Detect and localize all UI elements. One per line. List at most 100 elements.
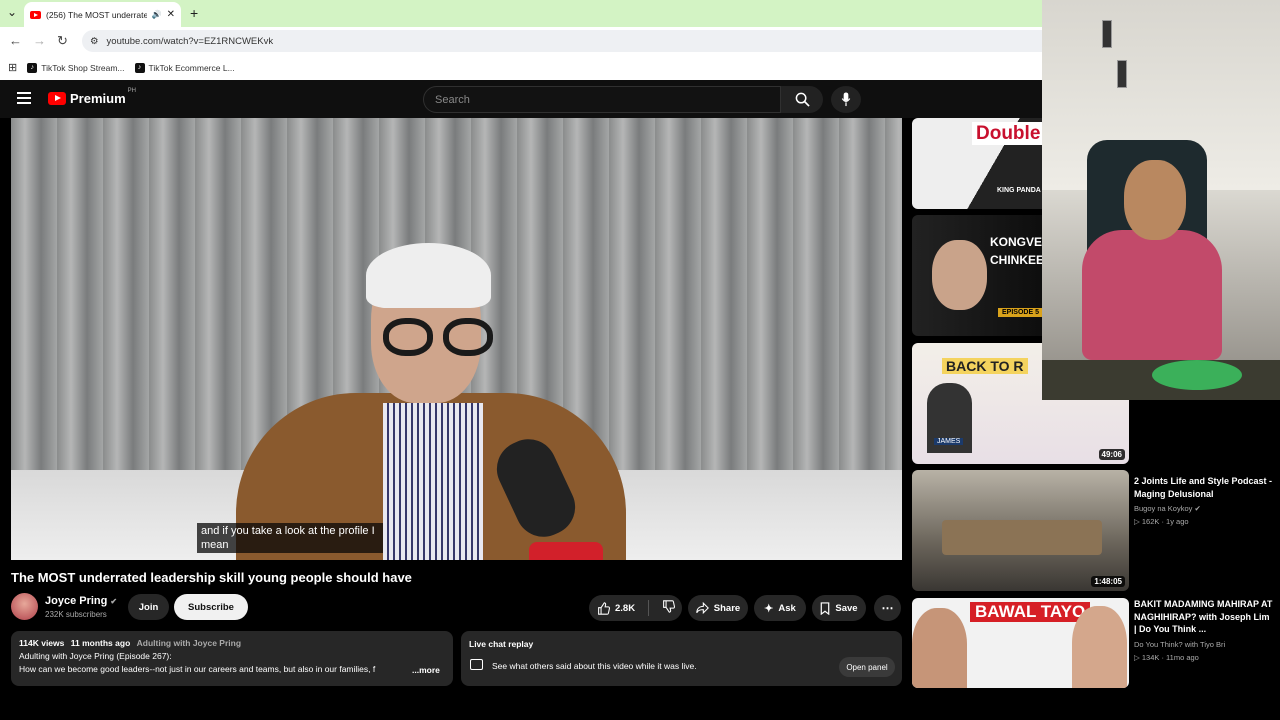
video-info: BAKIT MADAMING MAHIRAP AT NAGHIHIRAP? wi… — [1134, 598, 1274, 662]
thumbnail-text: KONGVERSA CHINKEE — [990, 235, 1067, 267]
webcam-person — [1082, 230, 1222, 360]
dislike-button[interactable] — [662, 600, 676, 616]
thumbnail-table — [942, 520, 1102, 555]
chat-icon — [470, 659, 483, 670]
verified-icon: ✔ — [110, 596, 118, 606]
tab-title: (256) The MOST underrated — [46, 9, 147, 20]
live-chat-text: See what others said about this video wh… — [492, 661, 697, 671]
channel-row: Joyce Pring ✔ 232K subscribers Join Subs… — [11, 592, 451, 622]
thumbs-down-icon — [663, 600, 676, 613]
ask-button[interactable]: ✦ Ask — [754, 595, 806, 621]
video-meta: ▷ 134K · 11mo ago — [1134, 652, 1199, 662]
more-horizontal-icon: ⋯ — [881, 601, 894, 615]
channel-name[interactable]: Bugoy na Koykoy ✔ — [1134, 504, 1274, 513]
video-player[interactable]: ◈ — [11, 118, 902, 560]
channel-avatar[interactable] — [11, 593, 38, 620]
video-title[interactable]: 2 Joints Life and Style Podcast - Maging… — [1134, 475, 1274, 500]
microphone-icon — [841, 92, 851, 107]
video-thumbnail[interactable]: 1:48:05 — [912, 470, 1129, 591]
tiktok-icon: ♪ — [27, 62, 38, 73]
like-button[interactable]: 2.8K — [597, 601, 636, 615]
more-actions-button[interactable]: ⋯ — [874, 595, 901, 621]
site-info-icon[interactable]: ⚙ — [90, 36, 99, 47]
browser-chrome: ⌄ (256) The MOST underrated 🔊 ✕ + ← → ↻ … — [0, 0, 1042, 80]
apps-icon[interactable]: ⊞ — [8, 61, 17, 74]
channel-name[interactable]: Joyce Pring ✔ — [45, 595, 117, 607]
youtube-header: Premium PH Search — [0, 80, 1042, 118]
thumbnail-text: BAWAL TAYO — [970, 602, 1091, 622]
share-icon — [696, 602, 709, 614]
address-bar[interactable]: ⚙ youtube.com/watch?v=EZ1RNCWEKvk — [82, 30, 1042, 52]
tab-search-icon[interactable]: ⌄ — [7, 5, 17, 19]
playlist-link[interactable]: Adulting with Joyce Pring — [137, 638, 241, 648]
ask-label: Ask — [778, 602, 796, 614]
channel-name[interactable]: Do You Think? with Tiyo Bri — [1134, 640, 1274, 649]
search-placeholder: Search — [435, 93, 470, 106]
new-tab-icon[interactable]: + — [190, 5, 198, 21]
back-icon[interactable]: ← — [9, 33, 22, 48]
youtube-premium-logo[interactable]: Premium PH — [48, 88, 136, 106]
webcam-overlay — [1042, 0, 1280, 400]
search-icon — [795, 92, 810, 107]
thumbnail-person — [932, 240, 987, 310]
bookmark-icon — [821, 601, 830, 615]
subscriber-count: 232K subscribers — [45, 610, 107, 619]
video-person-shirt — [383, 403, 483, 560]
thumbs-up-icon — [598, 601, 610, 615]
video-caption: and if you take a look at the profile I … — [197, 523, 383, 553]
browser-tab[interactable]: (256) The MOST underrated 🔊 ✕ — [24, 2, 181, 27]
video-person-hair — [366, 243, 491, 308]
bookmarks-bar: ⊞ ♪ TikTok Shop Stream... ♪ TikTok Ecomm… — [0, 55, 1042, 80]
show-more-link[interactable]: ...more — [412, 664, 440, 677]
video-duration: 1:48:05 — [1091, 576, 1125, 587]
share-button[interactable]: Share — [688, 595, 748, 621]
youtube-favicon-icon — [30, 10, 41, 19]
tiktok-icon: ♪ — [134, 62, 145, 73]
thumbnail-person — [1072, 606, 1127, 688]
webcam-picture-frame — [1102, 20, 1112, 48]
share-label: Share — [713, 602, 741, 614]
search-button[interactable] — [781, 86, 823, 113]
webcam-person-head — [1124, 160, 1186, 240]
bookmark-label: TikTok Shop Stream... — [41, 62, 125, 73]
bookmark-tiktok-shop[interactable]: ♪ TikTok Shop Stream... — [27, 62, 125, 73]
upload-age: 11 months ago — [70, 638, 131, 648]
tab-strip: ⌄ (256) The MOST underrated 🔊 ✕ + — [0, 0, 1042, 27]
logo-text: Premium — [70, 91, 126, 106]
video-cup — [529, 542, 603, 560]
webcam-bowl — [1152, 360, 1242, 390]
bookmark-tiktok-ecommerce[interactable]: ♪ TikTok Ecommerce L... — [134, 62, 235, 73]
description-line-2: How can we become good leaders--not just… — [19, 664, 376, 674]
sparkle-icon: ✦ — [764, 602, 774, 615]
reload-icon[interactable]: ↻ — [57, 33, 68, 49]
join-button[interactable]: Join — [128, 594, 169, 620]
forward-icon[interactable]: → — [33, 33, 46, 48]
search-input[interactable]: Search — [423, 86, 781, 113]
save-label: Save — [835, 602, 858, 614]
hamburger-menu-icon[interactable] — [17, 92, 31, 107]
like-dislike-group: 2.8K — [589, 595, 682, 621]
video-title: The MOST underrated leadership skill you… — [11, 570, 412, 585]
webcam-picture-frame — [1117, 60, 1127, 88]
speaker-icon[interactable]: 🔊 — [152, 10, 162, 19]
save-button[interactable]: Save — [812, 595, 866, 621]
like-count: 2.8K — [615, 602, 636, 614]
open-panel-button[interactable]: Open panel — [839, 657, 895, 677]
live-chat-replay-box: Live chat replay See what others said ab… — [461, 631, 902, 686]
description-meta: 114K views 11 months ago Adulting with J… — [19, 637, 445, 650]
logo-region: PH — [127, 88, 136, 94]
voice-search-button[interactable] — [831, 86, 861, 113]
description-box[interactable]: 114K views 11 months ago Adulting with J… — [11, 631, 453, 686]
video-title[interactable]: BAKIT MADAMING MAHIRAP AT NAGHIHIRAP? wi… — [1134, 598, 1274, 636]
tab-close-icon[interactable]: ✕ — [167, 9, 175, 20]
video-thumbnail[interactable]: BAWAL TAYO — [912, 598, 1129, 688]
thumbnail-text: BACK TO R — [942, 358, 1028, 374]
subscribe-button[interactable]: Subscribe — [174, 594, 248, 620]
video-person-glasses — [383, 318, 503, 358]
address-row: ← → ↻ ⚙ youtube.com/watch?v=EZ1RNCWEKvk — [0, 27, 1042, 55]
thumbnail-subtext: JAMES — [934, 438, 964, 445]
channel-name-text: Joyce Pring — [45, 595, 108, 607]
view-count: 114K views — [19, 638, 65, 648]
bookmark-label: TikTok Ecommerce L... — [148, 62, 235, 73]
video-meta: ▷ 162K · 1y ago — [1134, 517, 1189, 526]
